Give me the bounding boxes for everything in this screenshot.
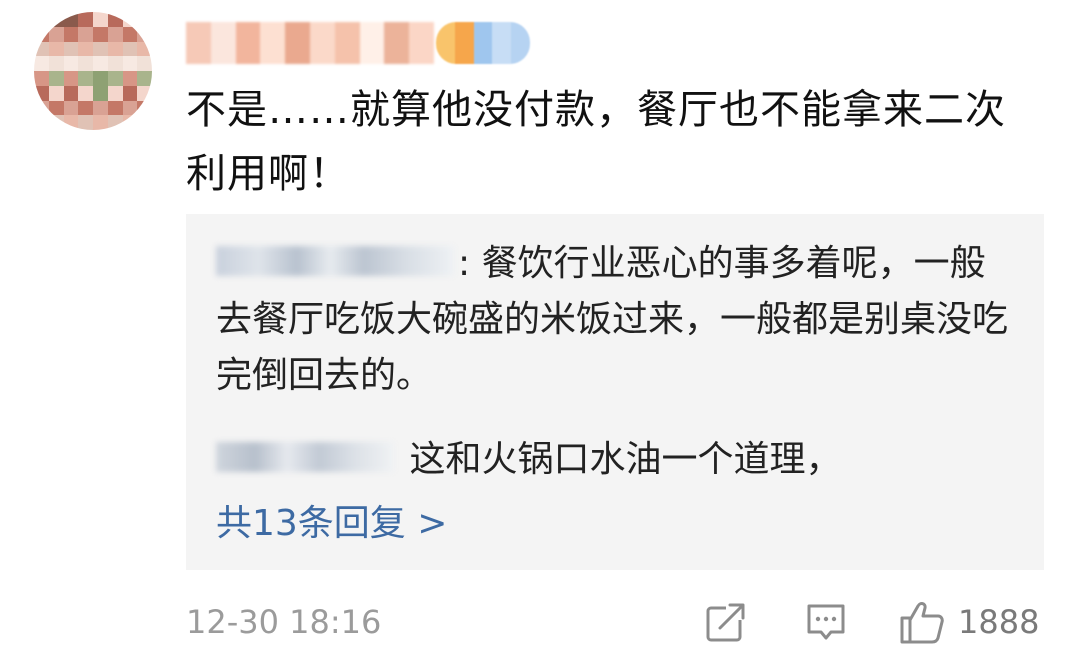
comment-footer: 12-30 18:16 1888 xyxy=(186,596,1046,650)
avatar-pixel xyxy=(107,115,123,130)
badge-pixel xyxy=(492,22,512,64)
badge-pixel xyxy=(454,22,474,64)
avatar-pixel xyxy=(34,56,49,71)
avatar-pixel xyxy=(63,115,79,130)
reply-preview-box[interactable]: : 餐饮行业恶心的事多着呢，一般去餐厅吃饭大碗盛的米饭过来，一般都是别桌没吃完倒… xyxy=(186,214,1044,570)
avatar-pixel xyxy=(137,26,152,42)
avatar-pixel xyxy=(93,56,108,71)
avatar-pixel xyxy=(93,115,108,130)
thumbs-up-icon[interactable] xyxy=(898,598,946,646)
avatar-pixel xyxy=(78,41,93,57)
avatar-pixel xyxy=(107,56,123,71)
avatar-pixel xyxy=(137,56,152,71)
reply-author-blurred[interactable] xyxy=(216,246,454,276)
avatar-pixel xyxy=(34,26,49,42)
avatar-pixel xyxy=(63,26,79,42)
avatar-pixel xyxy=(34,71,49,86)
timestamp: 12-30 18:16 xyxy=(186,603,382,641)
avatar-pixel xyxy=(107,85,123,101)
avatar-pixel xyxy=(63,71,79,86)
username-pixel xyxy=(309,22,335,64)
reply-author-blurred[interactable] xyxy=(216,442,394,472)
reply-text: 这和火锅口水油一个道理， xyxy=(398,439,842,480)
avatar-pixel xyxy=(48,41,64,57)
username-pixel xyxy=(384,22,410,64)
share-icon[interactable] xyxy=(704,598,748,646)
avatar-pixel xyxy=(78,115,93,130)
avatar-pixel xyxy=(137,85,152,101)
avatar-pixel xyxy=(34,100,49,116)
avatar-pixel xyxy=(122,12,138,27)
avatar-pixel xyxy=(48,12,64,27)
avatar-pixel xyxy=(48,85,64,101)
username-pixel xyxy=(334,22,360,64)
badge-pixel xyxy=(436,22,455,64)
username-pixel xyxy=(285,22,310,64)
avatar-pixel xyxy=(34,12,49,27)
avatar-pixel xyxy=(93,26,108,42)
avatar-pixel xyxy=(137,41,152,57)
avatar-pixel xyxy=(48,100,64,116)
avatar-pixel xyxy=(78,26,93,42)
avatar-pixel xyxy=(48,56,64,71)
avatar[interactable] xyxy=(34,12,152,130)
avatar-pixel xyxy=(137,12,152,27)
username-pixel xyxy=(409,22,434,64)
badge-pixel xyxy=(473,22,493,64)
avatar-pixel xyxy=(34,41,49,57)
username-pixel xyxy=(359,22,385,64)
avatar-pixel xyxy=(122,71,138,86)
avatar-pixel xyxy=(137,71,152,86)
reply-item[interactable]: 这和火锅口水油一个道理， xyxy=(216,432,1016,488)
avatar-pixel xyxy=(78,12,93,27)
avatar-pixel xyxy=(107,71,123,86)
avatar-pixel xyxy=(137,100,152,116)
username-blurred[interactable] xyxy=(186,22,434,64)
view-all-replies-link[interactable]: 共13条回复 > xyxy=(216,498,447,550)
avatar-pixel xyxy=(93,100,108,116)
comment-card: 不是……就算他没付款，餐厅也不能拿来二次利用啊！ : 餐饮行业恶心的事多着呢，一… xyxy=(0,0,1080,663)
badge-pixel xyxy=(511,22,530,64)
avatar-pixel xyxy=(78,56,93,71)
avatar-pixel xyxy=(63,100,79,116)
comment-icon[interactable] xyxy=(804,598,848,646)
avatar-pixel xyxy=(63,12,79,27)
avatar-pixel xyxy=(78,85,93,101)
avatar-pixel xyxy=(63,85,79,101)
username-pixel xyxy=(260,22,286,64)
avatar-pixel xyxy=(93,41,108,57)
avatar-pixel xyxy=(107,41,123,57)
avatar-pixel xyxy=(34,85,49,101)
avatar-pixel xyxy=(78,100,93,116)
comment-text: 不是……就算他没付款，餐厅也不能拿来二次利用啊！ xyxy=(186,87,1006,197)
avatar-pixel xyxy=(107,26,123,42)
avatar-pixel xyxy=(137,115,152,130)
reply-item[interactable]: : 餐饮行业恶心的事多着呢，一般去餐厅吃饭大碗盛的米饭过来，一般都是别桌没吃完倒… xyxy=(216,236,1016,404)
avatar-pixel xyxy=(93,85,108,101)
avatar-pixel xyxy=(122,100,138,116)
avatar-pixel xyxy=(107,12,123,27)
avatar-pixel xyxy=(122,41,138,57)
avatar-pixel xyxy=(34,115,49,130)
username-pixel xyxy=(186,22,211,64)
avatar-pixel xyxy=(63,41,79,57)
vip-badge-icon xyxy=(436,22,530,64)
avatar-pixel xyxy=(107,100,123,116)
avatar-pixel xyxy=(93,71,108,86)
avatar-pixel xyxy=(122,115,138,130)
avatar-pixel xyxy=(122,85,138,101)
like-count: 1888 xyxy=(958,603,1040,641)
username-pixel xyxy=(235,22,261,64)
avatar-pixel xyxy=(122,56,138,71)
avatar-pixel xyxy=(63,56,79,71)
avatar-pixel xyxy=(78,71,93,86)
avatar-pixel xyxy=(48,26,64,42)
avatar-pixel xyxy=(48,115,64,130)
avatar-pixel xyxy=(48,71,64,86)
avatar-pixel xyxy=(122,26,138,42)
avatar-pixel xyxy=(93,12,108,27)
username-pixel xyxy=(210,22,236,64)
